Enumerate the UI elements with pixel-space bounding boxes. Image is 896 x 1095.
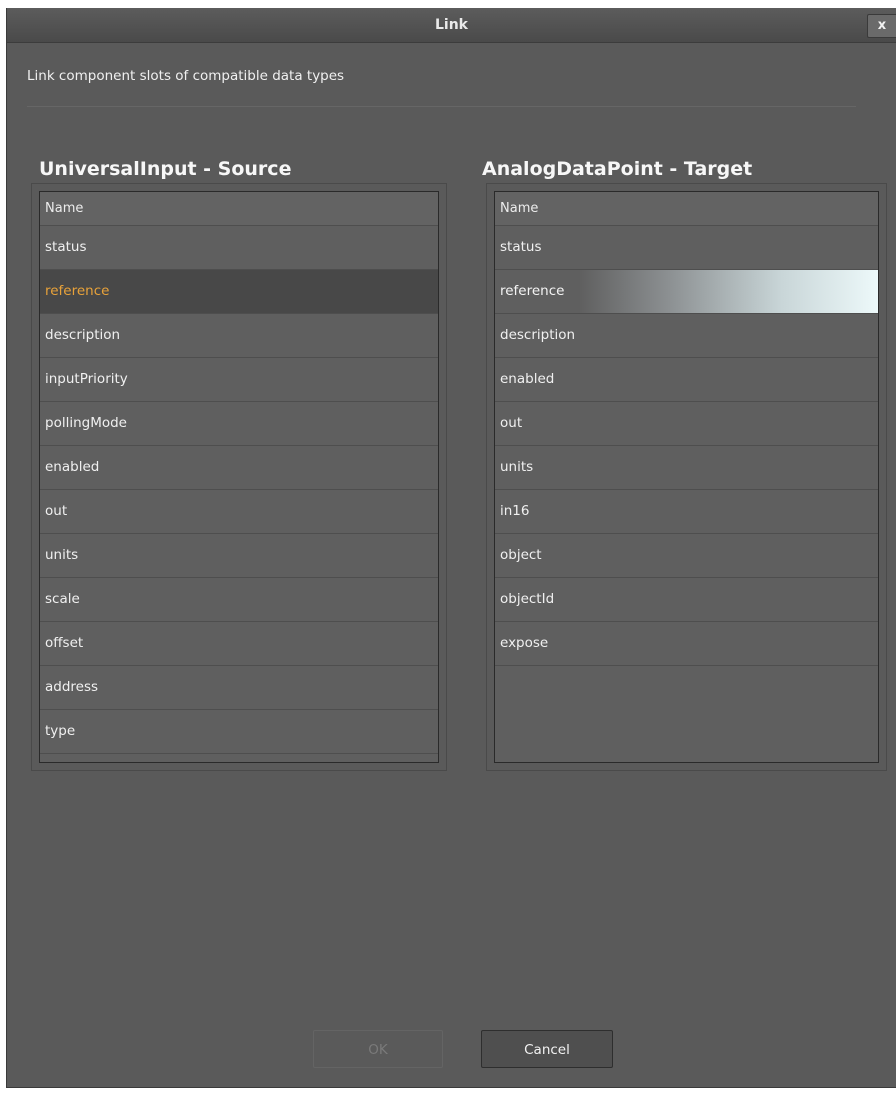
source-slot-row[interactable]: pollingMode [40, 402, 438, 446]
source-slot-row[interactable]: units [40, 534, 438, 578]
source-slot-row[interactable]: out [40, 490, 438, 534]
link-dialog: Link x Link component slots of compatibl… [6, 8, 896, 1088]
target-slot-row[interactable]: enabled [495, 358, 878, 402]
target-slot-row[interactable]: expose [495, 622, 878, 666]
source-slot-row[interactable]: status [40, 226, 438, 270]
target-column-header-name[interactable]: Name [495, 192, 878, 226]
target-panel-heading: AnalogDataPoint - Target [482, 158, 753, 180]
source-slot-list[interactable]: Name status reference description inputPrio… [39, 191, 439, 763]
dialog-titlebar[interactable]: Link x [7, 8, 896, 43]
source-slot-row[interactable]: inputPriority [40, 358, 438, 402]
dialog-title: Link [435, 17, 468, 33]
cancel-button[interactable]: Cancel [481, 1030, 613, 1068]
target-slot-row[interactable]: description [495, 314, 878, 358]
subtitle-separator [27, 106, 856, 107]
close-icon: x [877, 18, 887, 33]
target-slot-row[interactable]: reference [495, 270, 878, 314]
target-panel: Name status reference description enabled ou… [486, 183, 887, 771]
source-panel: Name status reference description inputPrio… [31, 183, 447, 771]
source-slot-row[interactable]: description [40, 314, 438, 358]
target-slot-row[interactable]: units [495, 446, 878, 490]
ok-button[interactable]: OK [313, 1030, 443, 1068]
source-slot-row[interactable]: enabled [40, 446, 438, 490]
source-panel-heading: UniversalInput - Source [39, 158, 292, 180]
target-slot-row[interactable]: in16 [495, 490, 878, 534]
source-slot-row[interactable]: type [40, 710, 438, 754]
target-slot-row[interactable]: object [495, 534, 878, 578]
target-slot-row[interactable]: status [495, 226, 878, 270]
close-button[interactable]: x [867, 14, 896, 38]
source-slot-row[interactable]: reference [40, 270, 438, 314]
source-slot-row[interactable]: filterTime [40, 754, 438, 762]
source-column-header-name[interactable]: Name [40, 192, 438, 226]
target-slot-row[interactable]: out [495, 402, 878, 446]
source-slot-row[interactable]: offset [40, 622, 438, 666]
source-slot-row[interactable]: scale [40, 578, 438, 622]
source-slot-row[interactable]: address [40, 666, 438, 710]
target-slot-row[interactable]: objectId [495, 578, 878, 622]
dialog-subtitle: Link component slots of compatible data … [27, 68, 345, 84]
target-slot-list[interactable]: Name status reference description enabled ou… [494, 191, 879, 763]
